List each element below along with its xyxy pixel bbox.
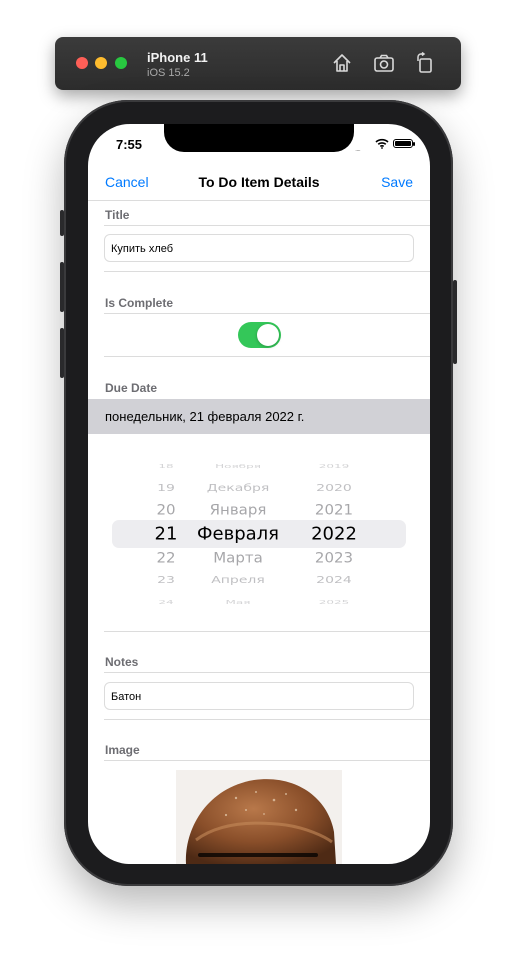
picker-day[interactable]: 24	[158, 599, 173, 605]
screenshot-icon[interactable]	[373, 52, 395, 74]
phone-screen: 7:55 .... Cancel To Do Item Details Save…	[88, 124, 430, 864]
picker-month[interactable]: Апреля	[211, 574, 265, 586]
image-section-label: Image	[105, 743, 140, 757]
divider	[104, 631, 430, 632]
os-version: iOS 15.2	[147, 67, 190, 79]
mute-switch	[60, 210, 64, 236]
complete-section-label: Is Complete	[105, 296, 174, 310]
battery-level	[395, 141, 411, 146]
notes-field[interactable]: Батон	[104, 682, 414, 710]
picker-day[interactable]: 19	[157, 482, 175, 494]
picker-year[interactable]: 2019	[319, 462, 350, 468]
divider	[104, 672, 430, 673]
close-window-button[interactable]	[76, 57, 88, 69]
picker-day[interactable]: 23	[157, 574, 175, 586]
notch	[164, 124, 354, 152]
battery-icon	[393, 139, 415, 148]
power-button	[453, 280, 457, 364]
picker-year[interactable]: 2024	[316, 574, 352, 586]
due-date-section-label: Due Date	[105, 381, 158, 395]
divider	[104, 313, 430, 314]
cellular-signal-icon: ....	[355, 144, 361, 153]
title-field[interactable]: Купить хлеб	[104, 234, 414, 262]
divider	[104, 719, 430, 720]
picker-month[interactable]: Февраля	[197, 524, 279, 545]
due-date-display[interactable]: понедельник, 21 февраля 2022 г.	[88, 399, 430, 434]
bread-image[interactable]	[176, 770, 342, 864]
volume-up-button	[60, 262, 64, 312]
notes-section-label: Notes	[105, 655, 139, 669]
home-indicator	[198, 853, 318, 857]
simulator-toolbar: iPhone 11 iOS 15.2	[55, 37, 461, 90]
picker-month[interactable]: Марта	[213, 550, 263, 567]
save-button[interactable]: Save	[381, 174, 413, 190]
picker-year[interactable]: 2025	[319, 599, 350, 605]
picker-day[interactable]: 21	[155, 524, 178, 545]
divider	[104, 271, 430, 272]
page-title: To Do Item Details	[198, 174, 320, 190]
picker-day[interactable]: 22	[156, 550, 175, 567]
device-name: iPhone 11	[147, 50, 208, 65]
picker-year[interactable]: 2020	[316, 482, 352, 494]
picker-month[interactable]: Ноября	[215, 462, 261, 468]
picker-month[interactable]: Января	[210, 502, 267, 519]
bread-loaf-photo	[176, 770, 342, 864]
divider	[104, 356, 430, 357]
status-time: 7:55	[116, 137, 143, 152]
picker-day[interactable]: 20	[156, 502, 175, 519]
home-icon[interactable]	[331, 52, 353, 74]
picker-year[interactable]: 2021	[315, 502, 353, 519]
picker-day[interactable]: 18	[158, 462, 173, 468]
date-wheel-picker[interactable]: 18 19 20 21 22 23 24 Ноября Декабря Января Февраля…	[88, 454, 430, 606]
picker-month[interactable]: Декабря	[207, 482, 270, 494]
rotate-icon[interactable]	[414, 52, 436, 74]
zoom-window-button[interactable]	[115, 57, 127, 69]
due-date-text: понедельник, 21 февраля 2022 г.	[105, 409, 305, 424]
picker-year[interactable]: 2023	[315, 550, 353, 567]
minimize-window-button[interactable]	[95, 57, 107, 69]
wifi-icon	[375, 138, 389, 149]
divider	[104, 225, 430, 226]
picker-year[interactable]: 2022	[311, 524, 357, 545]
title-section-label: Title	[105, 208, 130, 222]
picker-month[interactable]: Мая	[226, 599, 251, 605]
volume-down-button	[60, 328, 64, 378]
divider	[104, 760, 430, 761]
is-complete-toggle[interactable]	[238, 322, 281, 348]
toggle-knob	[257, 324, 279, 346]
nav-divider	[88, 200, 430, 201]
